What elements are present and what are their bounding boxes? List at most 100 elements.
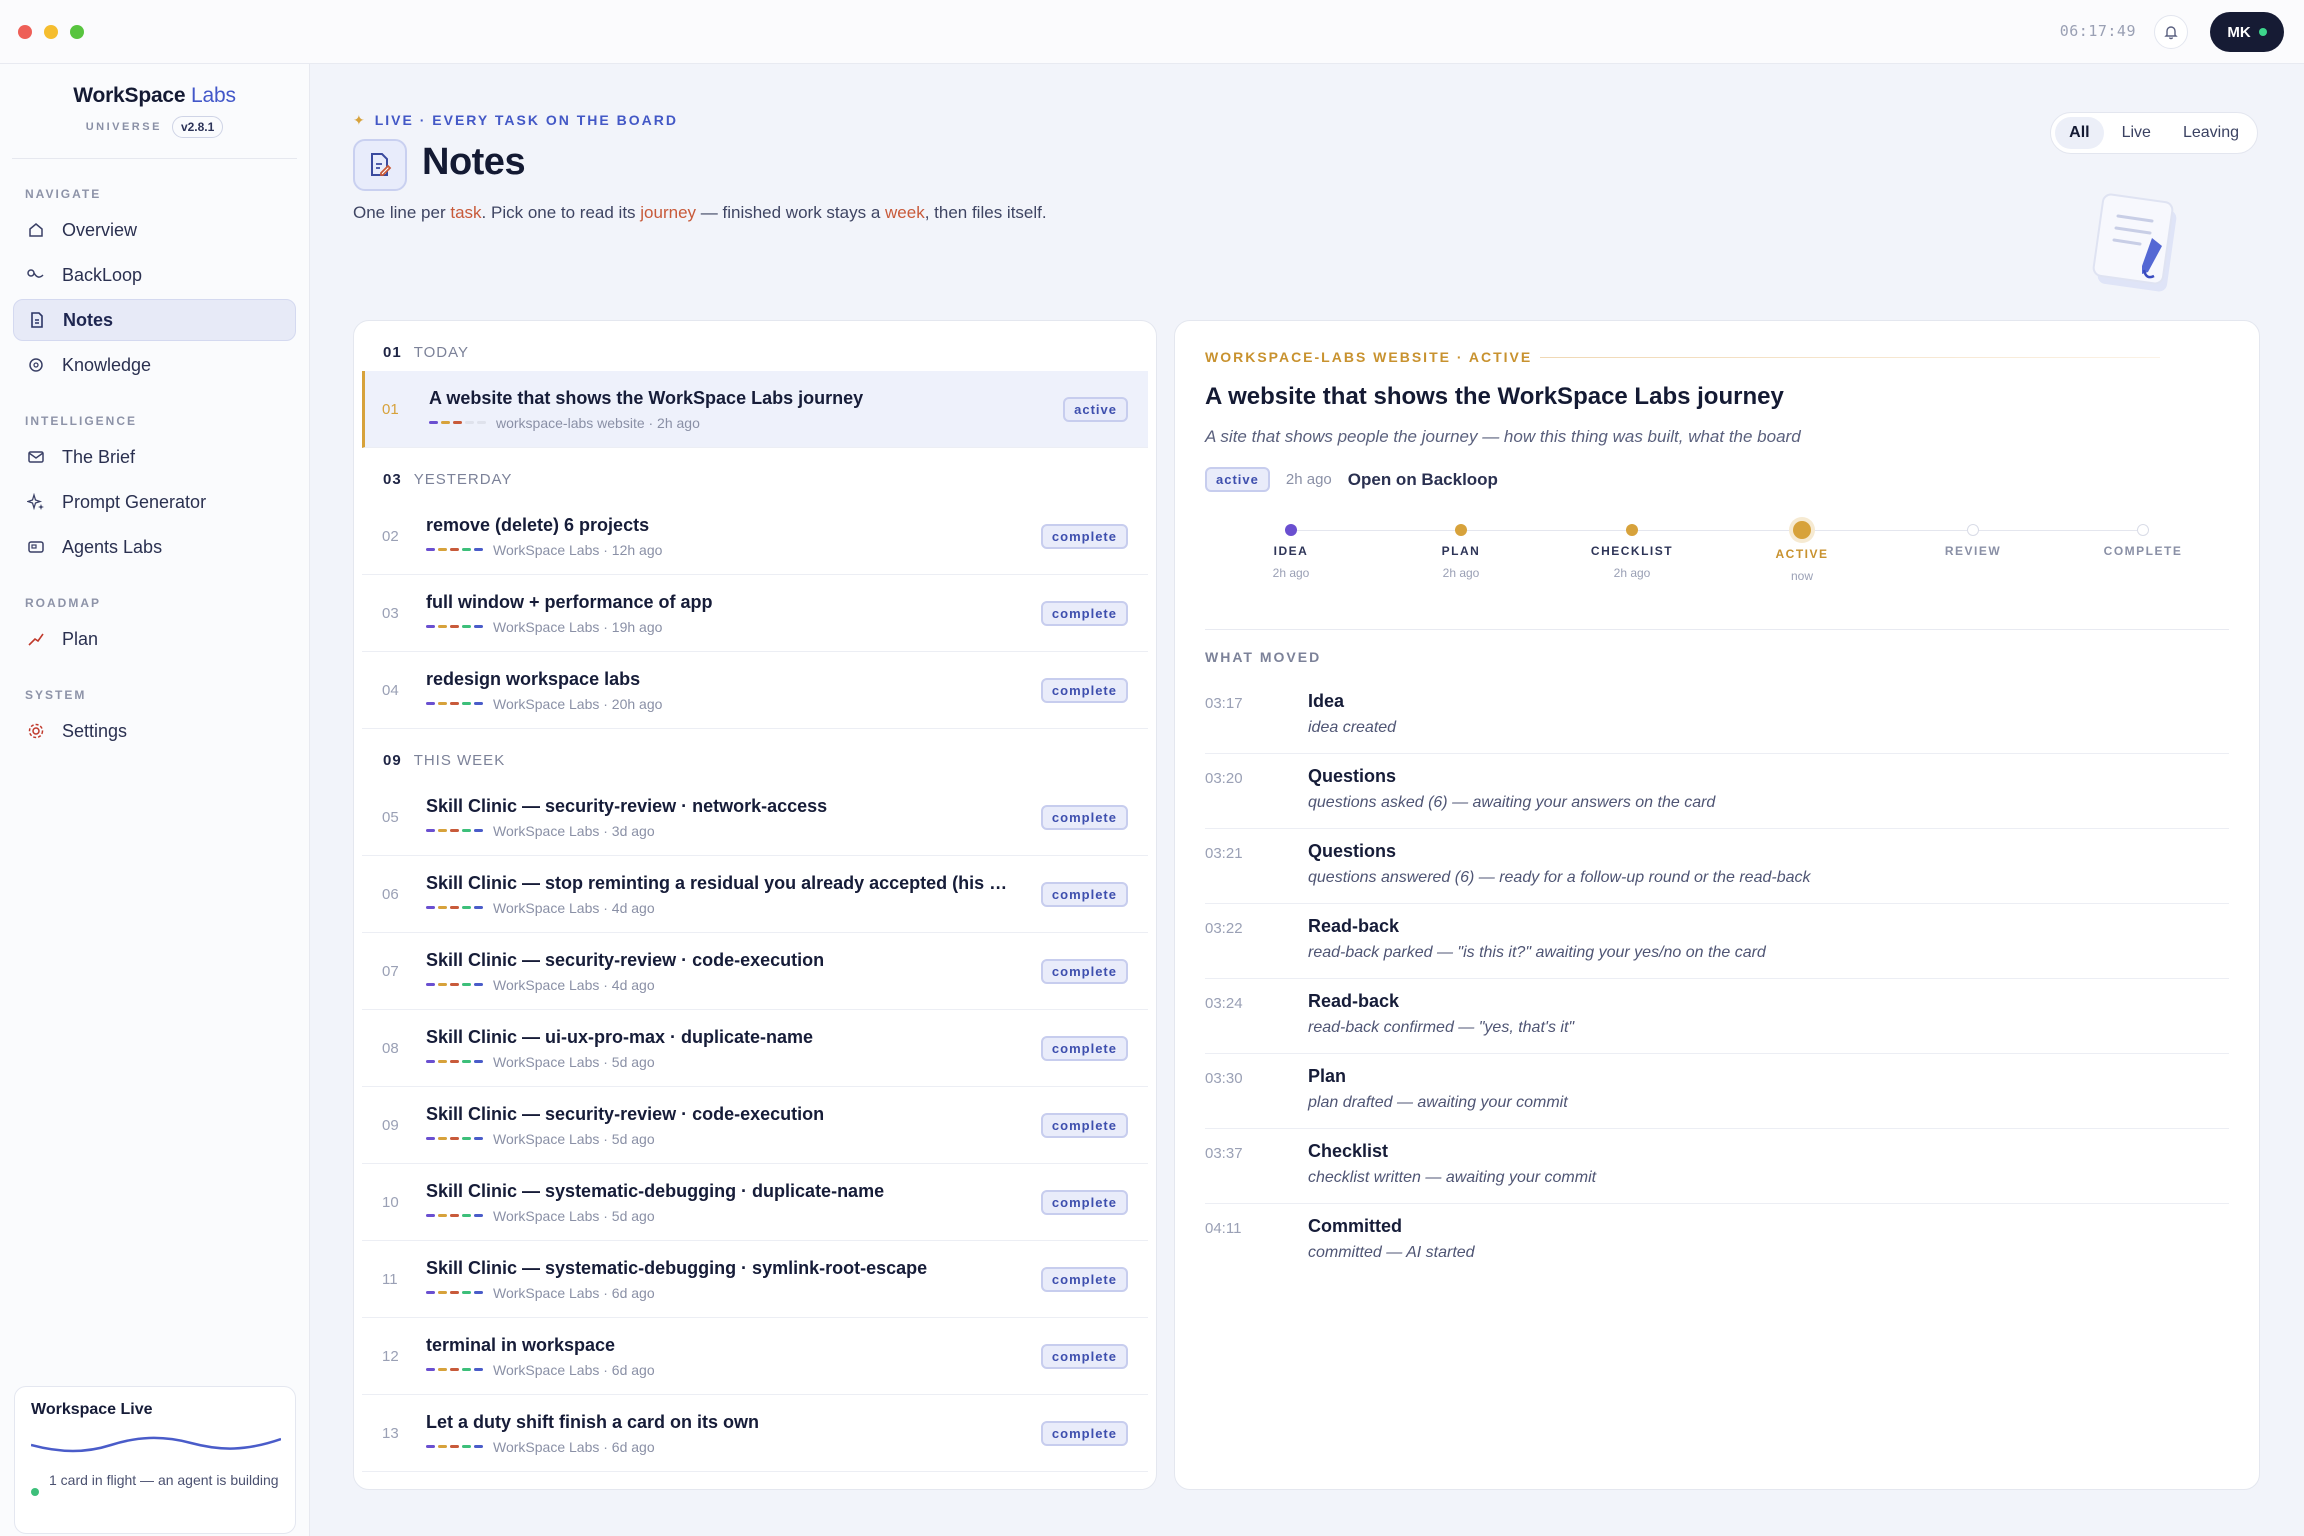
progress-dash: [450, 1291, 459, 1294]
gear-icon: [26, 721, 46, 741]
note-row[interactable]: 03 full window + performance of app WorkSp…: [362, 575, 1148, 652]
progress-dashes: [426, 829, 483, 832]
progress-dashes: [426, 1368, 483, 1371]
row-title: Skill Clinic — ui-ux-pro-max · duplicate…: [426, 1026, 814, 1047]
note-detail-panel: WORKSPACE-LABS WEBSITE · ACTIVE A websit…: [1174, 320, 2260, 1490]
nav-section-system: SYSTEM: [25, 688, 87, 702]
note-row[interactable]: 02 remove (delete) 6 projects WorkSpace La…: [362, 498, 1148, 575]
notifications-button[interactable]: [2154, 15, 2188, 49]
page-eyebrow-text: LIVE · EVERY TASK ON THE BOARD: [374, 112, 678, 128]
note-row[interactable]: 09 Skill Clinic — security-review · code-…: [362, 1087, 1148, 1164]
note-row[interactable]: 01 A website that shows the WorkSpace Lab…: [362, 371, 1148, 448]
live-status-text: 1 card in flight — an agent is building: [49, 1472, 279, 1488]
note-row[interactable]: 12 terminal in workspace WorkSpace Labs · …: [362, 1318, 1148, 1395]
step-dot: [1285, 524, 1297, 536]
close-window-button[interactable]: [18, 25, 32, 39]
note-row[interactable]: 07 Skill Clinic — security-review · code-…: [362, 933, 1148, 1010]
sidebar-item-backloop[interactable]: BackLoop: [13, 254, 296, 296]
progress-dash: [453, 421, 462, 424]
step-time: 2h ago: [1442, 566, 1480, 580]
sidebar-item-label: Knowledge: [62, 354, 152, 375]
open-on-backloop-link[interactable]: Open on Backloop: [1348, 470, 1498, 490]
progress-dash: [426, 1291, 435, 1294]
event-title: Idea: [1308, 691, 1345, 711]
user-avatar[interactable]: MK: [2210, 12, 2284, 52]
sidebar-item-prompt-generator[interactable]: Prompt Generator: [13, 481, 296, 523]
sidebar-item-agents-labs[interactable]: Agents Labs: [13, 526, 296, 568]
progress-dash: [426, 829, 435, 832]
note-row[interactable]: 04 redesign workspace labs WorkSpace Labs …: [362, 652, 1148, 729]
row-title: Skill Clinic — security-review · code-ex…: [426, 1103, 825, 1124]
sidebar-item-overview[interactable]: Overview: [13, 209, 296, 251]
row-meta: WorkSpace Labs · 6d ago: [426, 1439, 1148, 1455]
minimize-window-button[interactable]: [44, 25, 58, 39]
note-row[interactable]: 11 Skill Clinic — systematic-debugging · …: [362, 1241, 1148, 1318]
note-row[interactable]: 10 Skill Clinic — systematic-debugging · …: [362, 1164, 1148, 1241]
row-meta: workspace-labs website · 2h ago: [429, 415, 1148, 431]
event-description: read-back confirmed — "yes, that's it": [1308, 1019, 1575, 1036]
progress-dash: [438, 1445, 447, 1448]
status-badge: complete: [1040, 678, 1128, 703]
step-label: CHECKLIST: [1590, 544, 1674, 558]
progress-dash: [438, 1291, 447, 1294]
note-row[interactable]: 06 Skill Clinic — stop reminting a residu…: [362, 856, 1148, 933]
progress-dashes: [426, 625, 483, 628]
maximize-window-button[interactable]: [70, 25, 84, 39]
tab-leaving[interactable]: Leaving: [2169, 117, 2253, 149]
sidebar-item-notes[interactable]: Notes: [13, 299, 296, 341]
workspace-live-card[interactable]: Workspace Live 1 card in flight — an age…: [14, 1386, 296, 1534]
sidebar-item-knowledge[interactable]: Knowledge: [13, 344, 296, 386]
sidebar-item-label: Agents Labs: [62, 536, 163, 557]
row-meta-text: WorkSpace Labs · 6d ago: [493, 1284, 655, 1301]
nav-section-intelligence: INTELLIGENCE: [25, 414, 138, 428]
event-title: Committed: [1308, 1216, 1402, 1236]
row-meta-text: WorkSpace Labs · 5d ago: [493, 1053, 655, 1070]
timeline-event: 04:11 Committed committed — AI started: [1205, 1204, 2229, 1279]
row-body: Skill Clinic — security-review · network…: [426, 796, 1148, 839]
tab-all[interactable]: All: [2055, 117, 2104, 149]
nav-section-roadmap: ROADMAP: [25, 596, 101, 610]
activity-wave-icon: [30, 1436, 282, 1453]
live-status-dot: [31, 1488, 39, 1496]
row-meta: WorkSpace Labs · 19h ago: [426, 619, 1148, 635]
sidebar-item-label: Settings: [62, 720, 128, 741]
tab-live[interactable]: Live: [2108, 117, 2165, 149]
status-badge: complete: [1040, 1267, 1128, 1292]
timeline-event: 03:20 Questions questions asked (6) — awai…: [1205, 754, 2229, 829]
event-timeline: 03:17 Idea idea created 03:20 Questions ques…: [1205, 679, 2229, 1279]
row-meta-text: WorkSpace Labs · 19h ago: [493, 618, 663, 635]
row-body: Skill Clinic — security-review · code-ex…: [426, 950, 1148, 993]
sidebar-item-plan[interactable]: Plan: [13, 618, 296, 660]
event-time: 04:11: [1205, 1220, 1242, 1237]
sidebar-item-settings[interactable]: Settings: [13, 710, 296, 752]
sidebar-item-the-brief[interactable]: The Brief: [13, 436, 296, 478]
note-row[interactable]: 05 Skill Clinic — security-review · netwo…: [362, 779, 1148, 856]
note-row[interactable]: 08 Skill Clinic — ui-ux-pro-max · duplica…: [362, 1010, 1148, 1087]
progress-dash: [438, 1368, 447, 1371]
brand-name-accent: Labs: [191, 84, 236, 107]
progress-dashes: [429, 421, 486, 424]
timeline-event: 03:37 Checklist checklist written — awaiti…: [1205, 1129, 2229, 1204]
progress-dash: [426, 1060, 435, 1063]
group-label: TODAY: [413, 344, 469, 361]
status-badge: complete: [1040, 524, 1128, 549]
detail-status-bar: active 2h ago Open on Backloop: [1205, 467, 1498, 492]
sidebar-item-label: Prompt Generator: [62, 491, 207, 512]
row-meta: WorkSpace Labs · 4d ago: [426, 977, 1148, 993]
progress-dash: [426, 983, 435, 986]
progress-dash: [462, 1445, 471, 1448]
row-number: 10: [382, 1193, 399, 1211]
row-number: 05: [382, 808, 399, 826]
row-number: 03: [382, 604, 399, 622]
progress-dash: [450, 906, 459, 909]
event-description: idea created: [1308, 719, 1397, 736]
sidebar-item-label: Plan: [62, 628, 99, 649]
step-label: COMPLETE: [2103, 544, 2183, 558]
row-meta-text: WorkSpace Labs · 5d ago: [493, 1130, 655, 1147]
row-body: A website that shows the WorkSpace Labs …: [429, 388, 1148, 431]
page-eyebrow: ✦ LIVE · EVERY TASK ON THE BOARD: [353, 112, 678, 129]
note-row[interactable]: 13 Let a duty shift finish a card on its …: [362, 1395, 1148, 1472]
sidebar-item-label: Overview: [62, 219, 138, 240]
row-body: terminal in workspace WorkSpace Labs · 6d…: [426, 1335, 1148, 1378]
progress-dash: [438, 1214, 447, 1217]
